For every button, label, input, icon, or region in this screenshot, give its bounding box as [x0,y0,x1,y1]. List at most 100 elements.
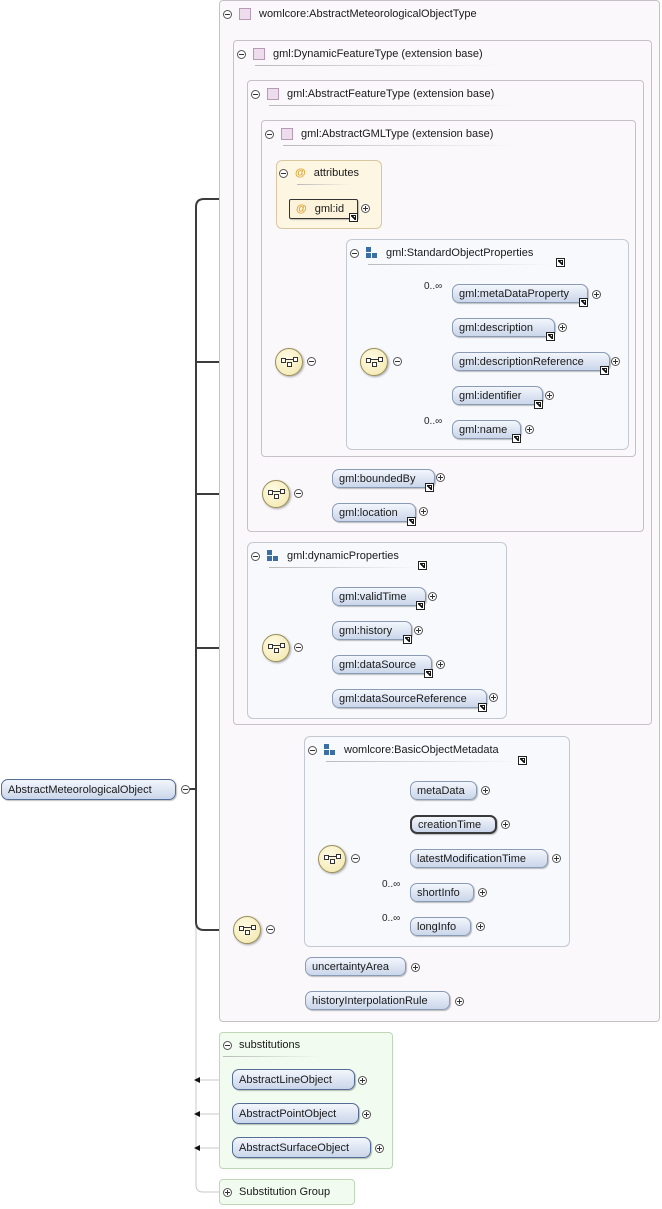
expand-icon[interactable] [552,854,561,863]
header-divider [368,264,554,265]
type-header-dynamic-feature[interactable]: gml:DynamicFeatureType (extension base) [237,45,503,66]
expand-icon[interactable] [358,1076,367,1085]
element-gml-datasourcereference[interactable]: gml:dataSourceReference [332,689,487,708]
sequence-compositor-icon[interactable] [233,916,261,944]
sequence-compositor-icon[interactable] [360,348,388,376]
expand-icon[interactable] [428,592,437,601]
group-header-basic-object-metadata[interactable]: womlcore:BasicObjectMetadata [308,741,519,762]
reference-icon[interactable] [546,332,555,341]
expand-icon[interactable] [436,660,445,669]
type-header-abstract-gml[interactable]: gml:AbstractGMLType (extension base) [265,125,514,146]
element-shortinfo[interactable]: shortInfo [410,883,474,902]
reference-icon[interactable] [424,669,433,678]
expand-icon[interactable] [611,357,620,366]
sequence-compositor-icon[interactable] [262,480,290,508]
attribute-icon: @ [296,203,307,215]
collapse-icon[interactable] [251,89,260,99]
type-header-abstract-meteorological-object[interactable]: womlcore:AbstractMeteorologicalObjectTyp… [223,5,477,23]
reference-icon[interactable] [416,601,425,610]
substitution-abstract-line-object[interactable]: AbstractLineObject [232,1069,355,1090]
element-label: gml:dataSourceReference [339,692,467,705]
element-gml-location[interactable]: gml:location [332,503,416,522]
collapse-icon[interactable] [279,168,288,178]
element-gml-identifier[interactable]: gml:identifier [452,386,543,405]
reference-icon[interactable] [518,756,527,765]
attributes-header[interactable]: @ attributes [279,164,359,185]
expand-icon[interactable] [525,425,534,434]
reference-icon[interactable] [478,703,487,712]
expand-icon[interactable] [375,1144,384,1153]
collapse-icon[interactable] [308,745,317,755]
element-label: AbstractMeteorologicalObject [8,783,152,796]
element-gml-description[interactable]: gml:description [452,318,555,337]
expand-icon[interactable] [361,204,370,213]
expand-icon[interactable] [362,1110,371,1119]
expand-icon[interactable] [489,693,498,702]
expand-icon[interactable] [481,786,490,795]
substitution-group-header[interactable]: Substitution Group [223,1183,330,1201]
collapse-icon[interactable] [393,357,402,366]
element-gml-datasource[interactable]: gml:dataSource [332,655,432,674]
element-gml-validtime[interactable]: gml:validTime [332,587,426,606]
sequence-compositor-icon[interactable] [275,348,303,376]
collapse-icon[interactable] [307,357,316,366]
element-creationtime[interactable]: creationTime [410,815,497,834]
reference-icon[interactable] [349,213,358,222]
substitution-abstract-surface-object[interactable]: AbstractSurfaceObject [232,1137,371,1158]
collapse-icon[interactable] [351,854,360,863]
collapse-icon[interactable] [223,1040,232,1050]
expand-icon[interactable] [478,888,487,897]
sequence-compositor-icon[interactable] [318,845,346,873]
reference-icon[interactable] [418,561,427,570]
element-uncertaintyarea[interactable]: uncertaintyArea [305,957,406,976]
reference-icon[interactable] [425,483,434,492]
expand-icon[interactable] [545,391,554,400]
group-icon [366,247,378,259]
reference-icon[interactable] [403,635,412,644]
type-header-abstract-feature[interactable]: gml:AbstractFeatureType (extension base) [251,85,515,106]
reference-icon[interactable] [579,298,588,307]
expand-icon[interactable] [558,323,567,332]
group-header-standard-object-properties[interactable]: gml:StandardObjectProperties [350,244,554,265]
header-divider [297,184,351,185]
expand-icon[interactable] [455,997,464,1006]
expand-icon[interactable] [223,1187,232,1197]
attribute-gml-id[interactable]: @ gml:id [289,199,358,219]
collapse-icon[interactable] [251,551,260,561]
substitutions-header[interactable]: substitutions [223,1036,321,1057]
collapse-icon[interactable] [237,49,246,59]
element-gml-metadataproperty[interactable]: gml:metaDataProperty [452,284,588,303]
element-longinfo[interactable]: longInfo [410,917,471,936]
element-gml-descriptionreference[interactable]: gml:descriptionReference [452,352,610,371]
substitution-abstract-point-object[interactable]: AbstractPointObject [232,1103,359,1124]
expand-icon[interactable] [411,963,420,972]
collapse-icon[interactable] [294,489,303,498]
element-gml-boundedby[interactable]: gml:boundedBy [332,469,435,488]
reference-icon[interactable] [600,366,609,375]
collapse-icon[interactable] [223,9,232,19]
expand-icon[interactable] [419,507,428,516]
collapse-icon[interactable] [350,248,359,258]
expand-icon[interactable] [501,820,510,829]
collapse-icon[interactable] [294,643,303,652]
reference-icon[interactable] [534,400,543,409]
expand-icon[interactable] [476,922,485,931]
root-element-abstract-meteorological-object[interactable]: AbstractMeteorologicalObject [1,779,176,800]
element-historyinterpolationrule[interactable]: historyInterpolationRule [305,991,450,1010]
group-header-dynamic-properties[interactable]: gml:dynamicProperties [251,547,419,568]
collapse-icon[interactable] [265,129,274,139]
element-gml-name[interactable]: gml:name [452,420,521,439]
header-divider [269,105,515,106]
sequence-compositor-icon[interactable] [262,634,290,662]
element-gml-history[interactable]: gml:history [332,621,412,640]
reference-icon[interactable] [556,258,565,267]
expand-icon[interactable] [414,626,423,635]
element-latestmodificationtime[interactable]: latestModificationTime [410,849,548,868]
collapse-icon[interactable] [266,925,275,934]
expand-icon[interactable] [436,473,445,482]
expand-icon[interactable] [592,290,601,299]
reference-icon[interactable] [512,434,521,443]
element-metadata[interactable]: metaData [410,781,477,800]
reference-icon[interactable] [407,517,416,526]
collapse-icon[interactable] [181,785,190,794]
